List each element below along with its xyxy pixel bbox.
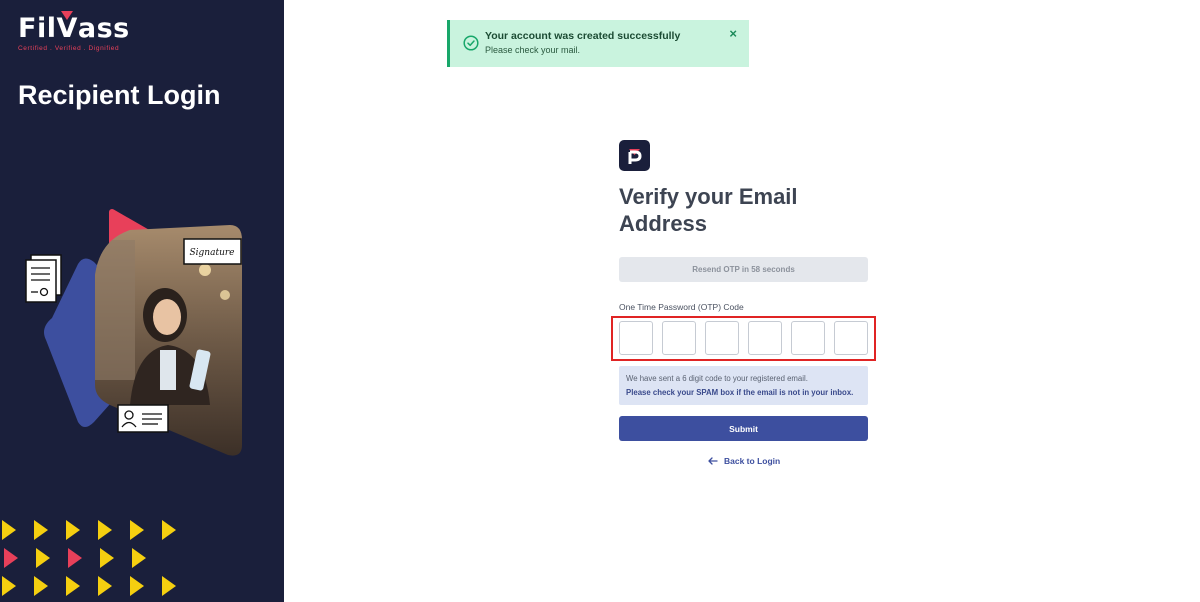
otp-label: One Time Password (OTP) Code bbox=[619, 302, 744, 312]
id-card-icon bbox=[117, 404, 169, 433]
otp-digit-3[interactable] bbox=[705, 321, 739, 355]
otp-digit-6[interactable] bbox=[834, 321, 868, 355]
certificate-doc-icon bbox=[25, 254, 62, 303]
otp-info-notice: We have sent a 6 digit code to your regi… bbox=[619, 366, 868, 405]
page-title: Verify your Email Address bbox=[619, 184, 798, 236]
otp-digit-2[interactable] bbox=[662, 321, 696, 355]
otp-digit-1[interactable] bbox=[619, 321, 653, 355]
back-to-login-link[interactable]: Back to Login bbox=[708, 456, 780, 466]
success-toast: Your account was created successfully Pl… bbox=[447, 20, 749, 67]
panel-title: Recipient Login bbox=[18, 80, 221, 110]
left-branding-panel: Fil Vass Certified . Verified . Dignified… bbox=[0, 0, 284, 602]
svg-text:Signature: Signature bbox=[189, 248, 234, 258]
signature-card-icon: Signature bbox=[183, 238, 242, 265]
otp-digit-4[interactable] bbox=[748, 321, 782, 355]
triangle-pattern bbox=[2, 520, 176, 596]
close-icon[interactable]: × bbox=[729, 26, 737, 41]
arrow-left-icon bbox=[708, 457, 718, 465]
resend-otp-button[interactable]: Resend OTP in 58 seconds bbox=[619, 257, 868, 282]
info-spam-text: Please check your SPAM box if the email … bbox=[626, 388, 854, 397]
toast-message: Please check your mail. bbox=[485, 45, 581, 55]
back-to-login-label: Back to Login bbox=[724, 456, 781, 466]
info-sent-text: We have sent a 6 digit code to your regi… bbox=[626, 374, 808, 383]
filpass-app-icon bbox=[619, 140, 650, 171]
submit-button[interactable]: Submit bbox=[619, 416, 868, 441]
logo-tagline: Certified . Verified . Dignified bbox=[18, 45, 120, 52]
hero-illustration: Signature bbox=[25, 209, 242, 456]
page: Fil Vass Certified . Verified . Dignified… bbox=[0, 0, 1200, 602]
toast-title: Your account was created successfully bbox=[485, 30, 681, 42]
filpass-logo: Fil Vass Certified . Verified . Dignified bbox=[18, 11, 130, 52]
otp-digit-5[interactable] bbox=[791, 321, 825, 355]
check-circle-icon bbox=[463, 35, 479, 51]
